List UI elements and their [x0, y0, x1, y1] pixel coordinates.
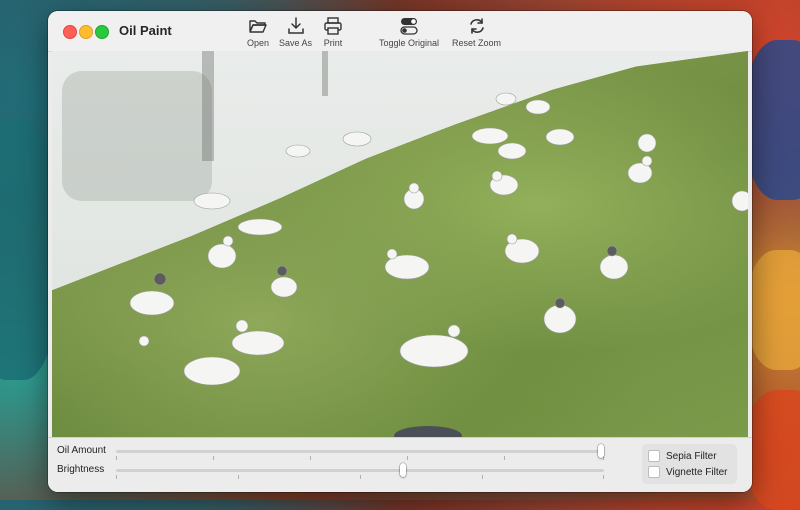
- slider-tick: [310, 456, 311, 460]
- desktop-wallpaper-stroke: [745, 40, 800, 200]
- app-window: Oil Paint Open Save As Print Toggle Orig…: [48, 11, 752, 492]
- filters-group: Sepia Filter Vignette Filter: [642, 444, 737, 484]
- zoom-window-button[interactable]: [95, 25, 109, 39]
- slider-tick: [482, 475, 483, 479]
- checkbox-box[interactable]: [648, 466, 660, 478]
- brightness-thumb[interactable]: [400, 463, 406, 477]
- download-icon: [287, 17, 304, 34]
- slider-tick: [238, 475, 239, 479]
- brightness-slider[interactable]: [116, 463, 604, 479]
- window-title: Oil Paint: [119, 23, 172, 38]
- slider-tick: [603, 475, 604, 479]
- sepia-filter-label: Sepia Filter: [666, 450, 717, 462]
- adjustment-panel: Oil Amount Brightness Sepia Filter Vigne…: [48, 437, 752, 492]
- desktop-wallpaper-stroke: [748, 250, 800, 370]
- refresh-icon: [469, 18, 484, 34]
- print-label: Print: [323, 38, 343, 48]
- save-as-button[interactable]: Save As: [279, 16, 312, 48]
- checkbox-box[interactable]: [648, 450, 660, 462]
- open-label: Open: [247, 38, 270, 48]
- slider-tick: [504, 456, 505, 460]
- oil-amount-thumb[interactable]: [598, 444, 604, 458]
- oil-amount-label: Oil Amount: [57, 445, 106, 456]
- toggle-original-label: Toggle Original: [379, 38, 440, 48]
- desktop-wallpaper-stroke: [745, 390, 800, 510]
- open-button[interactable]: Open: [247, 16, 269, 48]
- reset-zoom-label: Reset Zoom: [452, 38, 502, 48]
- printer-icon: [324, 17, 342, 35]
- toggle-switch-icon: [400, 18, 418, 35]
- print-button[interactable]: Print: [323, 16, 343, 48]
- oil-amount-slider[interactable]: [116, 444, 604, 460]
- reset-zoom-button[interactable]: Reset Zoom: [452, 16, 501, 48]
- save-as-label: Save As: [279, 38, 313, 48]
- vignette-filter-checkbox[interactable]: Vignette Filter: [648, 466, 728, 478]
- vignette-filter-label: Vignette Filter: [666, 466, 728, 478]
- sepia-filter-checkbox[interactable]: Sepia Filter: [648, 450, 717, 462]
- slider-tick: [360, 475, 361, 479]
- folder-open-icon: [249, 20, 267, 33]
- image-canvas[interactable]: [52, 51, 748, 437]
- dark-bird: [394, 426, 462, 437]
- slider-tick: [116, 475, 117, 479]
- gulls-layer: [129, 92, 748, 437]
- toggle-original-button[interactable]: Toggle Original: [379, 16, 439, 48]
- brightness-label: Brightness: [57, 464, 105, 475]
- title-bar: Oil Paint Open Save As Print Toggle Orig…: [48, 11, 752, 52]
- close-window-button[interactable]: [63, 25, 77, 39]
- slider-tick: [116, 456, 117, 460]
- slider-tick: [407, 456, 408, 460]
- slider-tick: [213, 456, 214, 460]
- minimize-window-button[interactable]: [79, 25, 93, 39]
